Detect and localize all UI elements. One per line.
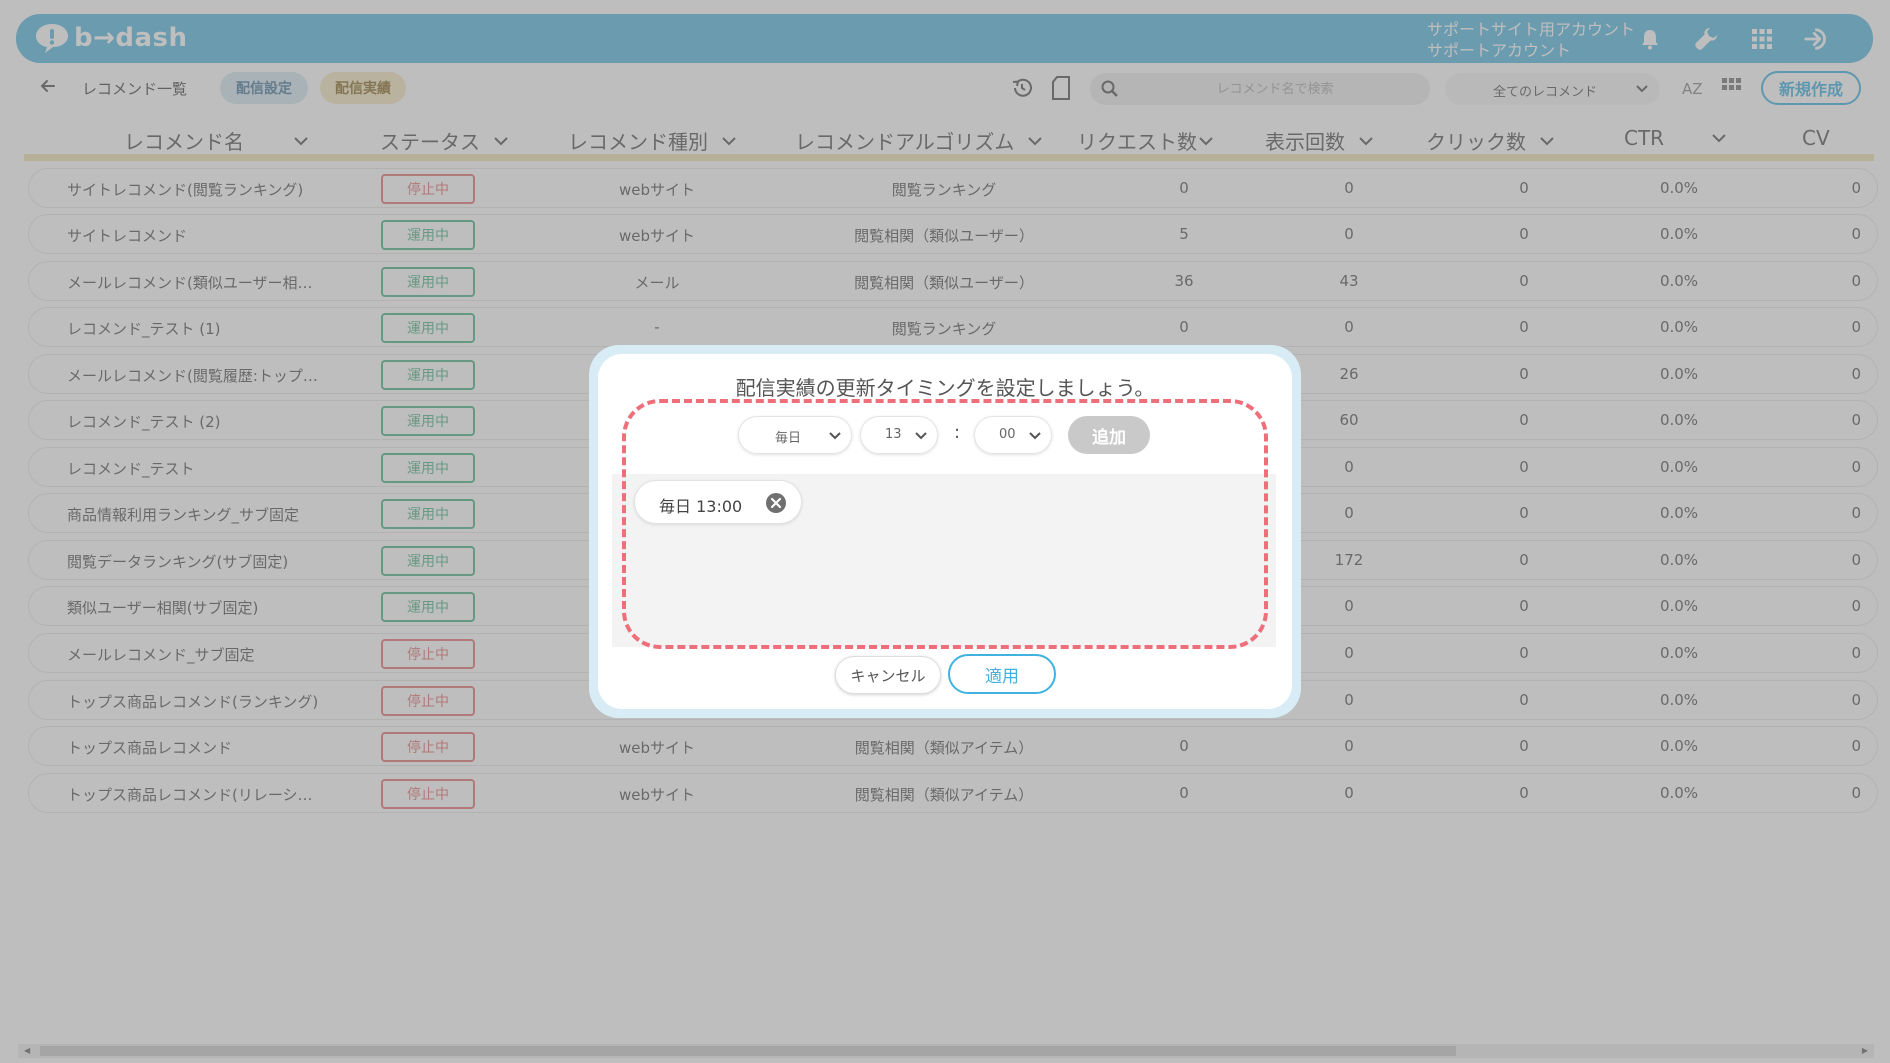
highlight-dashed-box — [622, 399, 1268, 649]
cancel-button[interactable]: キャンセル — [835, 656, 941, 694]
apply-button[interactable]: 適用 — [948, 654, 1056, 694]
modal-title: 配信実績の更新タイミングを設定しましょう。 — [735, 376, 1155, 400]
update-timing-modal: 配信実績の更新タイミングを設定しましょう。 毎日 13 : 00 追加 毎日 1… — [598, 354, 1292, 709]
